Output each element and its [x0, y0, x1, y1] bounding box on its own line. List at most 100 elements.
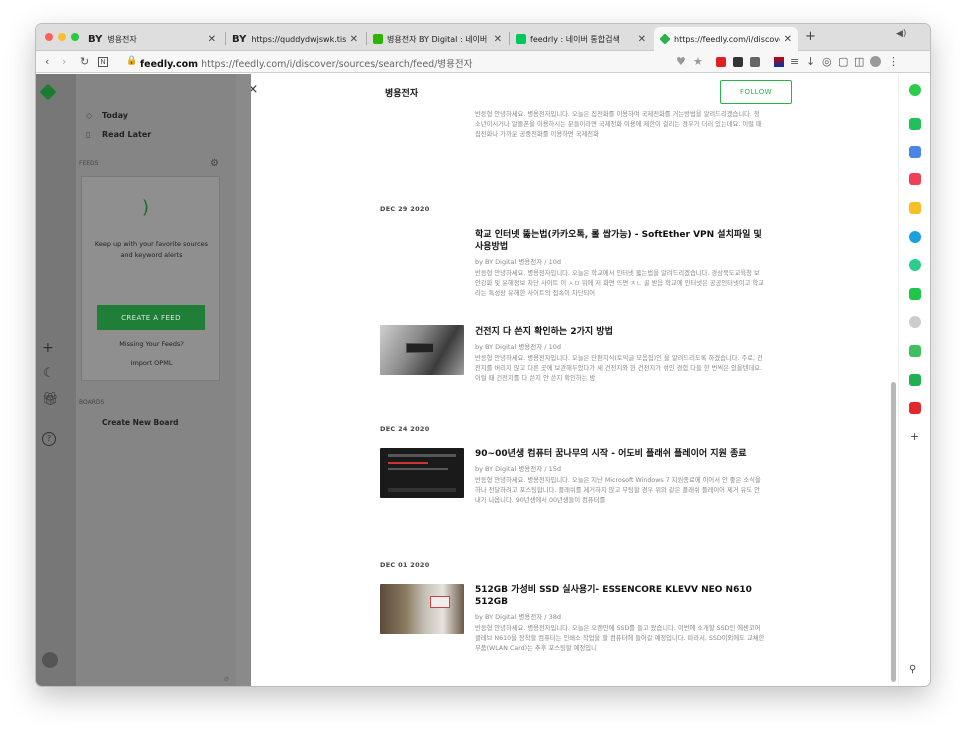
article-partial[interactable]: 반응형 안녕하세요. 병용전자입니다. 오늘은 집전화를 이용하여 국제전화를 … [475, 110, 765, 140]
pin-icon[interactable]: ⚲ [909, 664, 916, 675]
url-path: https://feedly.com/i/discover/sources/se… [198, 59, 473, 70]
settings-gear-icon[interactable]: ⚙ [210, 158, 219, 169]
nav-read-later[interactable]: Read Later [102, 130, 151, 139]
feedly-logo-icon[interactable] [39, 83, 57, 101]
article-snippet: 반응형 안녕하세요. 병용전자입니다. 오늘은 지난 Microsoft Win… [475, 477, 761, 504]
boards-header: BOARDS [79, 399, 105, 406]
speaker-icon: ◀) [896, 29, 907, 39]
flag-icon[interactable] [774, 57, 784, 67]
zoom-window-button[interactable] [71, 33, 79, 41]
extension-avatar-icon[interactable] [909, 316, 921, 328]
tab-4[interactable]: feedrly : 네이버 통합검색 ✕ [510, 27, 652, 51]
create-board-link[interactable]: Create New Board [102, 418, 179, 427]
extension-s-icon[interactable] [750, 57, 760, 67]
browser-window: BY 병용전자 ✕ BY https://quddydwjswk.tistory… [36, 24, 930, 686]
reload-icon[interactable]: ↻ [80, 55, 89, 68]
article-thumbnail-flash[interactable] [380, 448, 464, 498]
by-logo-icon: BY [88, 33, 103, 45]
extension-green-circle-icon[interactable] [909, 84, 921, 96]
date-label: DEC 01 2020 [380, 561, 430, 569]
article-item[interactable]: 학교 인터넷 뚫는법(카카오톡, 롤 쌉가능) - SoftEther VPN … [475, 229, 765, 299]
sidebar-toggle-icon[interactable]: ◫ [854, 55, 864, 68]
article-byline: by BY Digital 병용전자 / 10d [475, 343, 561, 351]
article-item[interactable]: 512GB 가성비 SSD 실사용기- ESSENCORE KLEVV NEO … [475, 584, 765, 654]
profile-avatar[interactable] [870, 56, 881, 67]
bookmark-star-icon[interactable]: ★ [693, 55, 703, 68]
missing-feeds-link[interactable]: Missing Your Feeds? [82, 340, 221, 348]
extension-green-bell-icon[interactable] [909, 118, 921, 130]
article-title[interactable]: 512GB 가성비 SSD 실사용기- ESSENCORE KLEVV NEO … [475, 584, 765, 608]
close-panel-button[interactable]: × [251, 80, 265, 102]
reading-list-icon[interactable]: ≡ [790, 55, 799, 68]
extension-chat-icon[interactable] [909, 345, 921, 357]
date-label: DEC 24 2020 [380, 425, 430, 433]
article-thumbnail-battery[interactable] [380, 325, 464, 375]
tab-bar: BY 병용전자 ✕ BY https://quddydwjswk.tistory… [36, 24, 930, 51]
article-item[interactable]: 90~00년생 컴퓨터 꿈나무의 시작 - 어도비 플래쉬 플레이어 지원 종료… [475, 448, 765, 506]
feedly-app: + ☾ 🎁︎ ? ◇ Today ▯ Read Later FEEDS ⚙ ) … [36, 74, 930, 686]
minimize-window-button[interactable] [58, 33, 66, 41]
article-thumbnail-ssd[interactable] [380, 584, 464, 634]
user-avatar[interactable] [42, 652, 58, 668]
by-logo-icon: BY [232, 33, 247, 45]
add-extension-icon[interactable]: + [910, 430, 919, 443]
extension-star-icon[interactable] [909, 202, 921, 214]
extension-sidebar: + ⚲ [898, 74, 930, 686]
close-tab-icon[interactable]: ✕ [350, 34, 358, 45]
info-icon[interactable]: ▢ [838, 55, 848, 68]
extension-red-icon[interactable] [909, 402, 921, 414]
gift-icon[interactable]: 🎁︎ [42, 392, 59, 407]
help-icon[interactable]: ? [42, 432, 56, 446]
pocket-extension-icon[interactable] [909, 173, 921, 185]
extension-calendar-icon[interactable] [909, 146, 921, 158]
follow-button[interactable]: FOLLOW [720, 80, 792, 104]
tab-1[interactable]: BY 병용전자 ✕ [82, 27, 222, 51]
tab-3[interactable]: 병용전자 BY Digital : 네이버 블로 ✕ [367, 27, 508, 51]
new-tab-button[interactable]: + [805, 29, 816, 44]
close-tab-icon[interactable]: ✕ [784, 34, 792, 45]
extension-green-square-icon[interactable] [909, 288, 921, 300]
url-field[interactable]: feedly.com https://feedly.com/i/discover… [140, 56, 472, 70]
extension-m-icon[interactable] [909, 374, 921, 386]
close-window-button[interactable] [45, 33, 53, 41]
article-title[interactable]: 학교 인터넷 뚫는법(카카오톡, 롤 쌉가능) - SoftEther VPN … [475, 229, 765, 253]
scrollbar[interactable] [891, 382, 896, 682]
add-icon[interactable]: + [42, 340, 54, 356]
dialog-bar-icon [388, 454, 456, 457]
extension-blue-icon[interactable] [909, 231, 921, 243]
close-tab-icon[interactable]: ✕ [208, 34, 216, 45]
extension-red-icon[interactable] [716, 57, 726, 67]
rss-icon: ) [142, 197, 150, 218]
feeds-sidebar: ◇ Today ▯ Read Later FEEDS ⚙ ) Keep up w… [76, 74, 236, 686]
notion-extension-icon[interactable]: N [98, 57, 108, 67]
create-feed-button[interactable]: CREATE A FEED [97, 305, 205, 330]
tab-5-active[interactable]: https://feedly.com/i/discover/ ✕ [654, 27, 798, 51]
lock-icon: 🔒 [126, 56, 138, 66]
extension-dark-icon[interactable] [733, 57, 743, 67]
modal-backdrop[interactable] [236, 74, 251, 686]
pin-icon[interactable]: ⌀ [224, 674, 229, 683]
close-tab-icon[interactable]: ✕ [494, 34, 502, 45]
back-icon[interactable]: ‹ [45, 55, 49, 68]
naver-blog-icon [373, 34, 383, 44]
tab-2[interactable]: BY https://quddydwjswk.tistory.c ✕ [226, 27, 364, 51]
ssd-part-icon [430, 596, 450, 608]
close-tab-icon[interactable]: ✕ [638, 34, 646, 45]
camera-icon[interactable]: ◎ [822, 55, 832, 68]
article-title[interactable]: 90~00년생 컴퓨터 꿈나무의 시작 - 어도비 플래쉬 플레이어 지원 종료 [475, 448, 765, 460]
download-icon[interactable]: ↓ [806, 55, 815, 68]
article-snippet: 반응형 안녕하세요. 병용전자입니다. 오늘은 집전화를 이용하여 국제전화를 … [475, 111, 762, 138]
naver-icon [516, 34, 526, 44]
article-title[interactable]: 건전지 다 쓴지 확인하는 2가지 방법 [475, 326, 765, 338]
dialog-line-icon [388, 468, 448, 470]
article-item[interactable]: 건전지 다 쓴지 확인하는 2가지 방법 by BY Digital 병용전자 … [475, 326, 765, 384]
menu-dots-icon[interactable]: ⋮ [888, 55, 899, 68]
forward-icon[interactable]: › [62, 55, 66, 68]
nav-today[interactable]: Today [102, 111, 128, 120]
pocket-icon[interactable]: ♥ [676, 55, 686, 68]
import-opml-link[interactable]: Import OPML [82, 359, 221, 367]
moon-icon[interactable]: ☾ [43, 366, 55, 381]
url-host: feedly.com [140, 59, 199, 70]
article-byline: by BY Digital 병용전자 / 38d [475, 613, 561, 621]
extension-play-icon[interactable] [909, 259, 921, 271]
